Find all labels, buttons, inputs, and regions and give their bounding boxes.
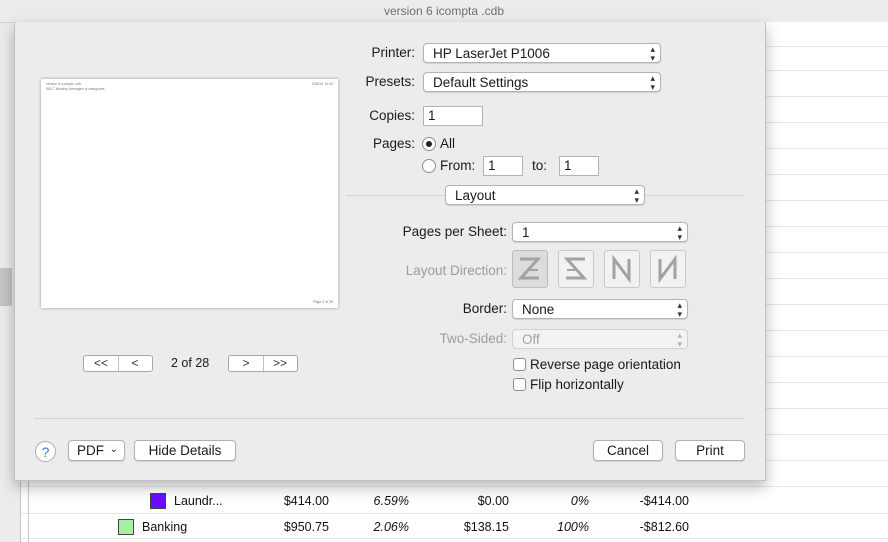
reverse-n-order-icon	[658, 254, 677, 284]
sidebar-edge	[0, 268, 12, 306]
border-label: Border:	[462, 301, 507, 316]
preview-footer-page: Page 2 of 28	[313, 300, 333, 304]
next-page-button[interactable]: >	[229, 356, 263, 370]
budget-cell: $0.00	[477, 494, 509, 508]
amount-cell: $414.00	[283, 494, 329, 508]
copies-label: Copies:	[369, 108, 415, 123]
two-sided-label: Two-Sided:	[439, 331, 507, 346]
pages-to-field[interactable]: 1	[559, 156, 599, 176]
cancel-button[interactable]: Cancel	[593, 440, 663, 461]
up-down-arrows-icon: ▴ ▾	[677, 223, 682, 242]
pages-per-sheet-label: Pages per Sheet:	[402, 224, 507, 239]
pdf-menu-button[interactable]: PDF ⌄	[68, 440, 125, 461]
row-divider	[21, 486, 888, 487]
category-color-swatch	[118, 519, 134, 535]
difference-cell: -$812.60	[639, 520, 689, 534]
layout-direction-label: Layout Direction:	[405, 263, 507, 278]
up-down-arrows-icon: ▴ ▾	[634, 186, 639, 205]
reverse-orientation-checkbox[interactable]	[513, 358, 526, 371]
printer-popup[interactable]: HP LaserJet P1006 ▴ ▾	[423, 43, 661, 63]
category-color-swatch	[150, 493, 166, 509]
pages-from-label: From:	[440, 158, 476, 173]
category-name: Laundr...	[174, 494, 223, 508]
preview-header-title: version 6 icompta .cdb	[46, 82, 82, 86]
copies-field[interactable]: 1	[423, 106, 483, 126]
window-title: version 6 icompta .cdb	[0, 0, 888, 23]
pages-range-radio[interactable]	[422, 159, 436, 173]
layout-direction-reverse-z-button[interactable]	[558, 250, 594, 288]
category-name: Banking	[142, 520, 188, 534]
preview-header-subtitle: 06/17 Monthly Averages of categories	[46, 87, 105, 91]
z-order-icon	[517, 257, 542, 280]
preview-nav-forward-group: > >>	[228, 355, 298, 372]
budget-cell: $138.15	[463, 520, 509, 534]
table-row[interactable]: Banking $950.75 2.06% $138.15 100% -$812…	[20, 516, 888, 540]
hide-details-button[interactable]: Hide Details	[134, 440, 236, 461]
pdf-label: PDF	[77, 443, 104, 458]
first-page-button[interactable]: <<	[84, 356, 118, 370]
printer-label: Printer:	[371, 45, 415, 60]
pages-per-sheet-value: 1	[522, 225, 530, 240]
pages-to-label: to:	[532, 158, 548, 173]
printer-value: HP LaserJet P1006	[433, 46, 550, 61]
pages-label: Pages:	[372, 136, 415, 151]
presets-popup[interactable]: Default Settings ▴ ▾	[423, 72, 661, 92]
chevron-down-icon: ⌄	[109, 444, 118, 455]
percent-cell: 6.59%	[373, 494, 409, 508]
pages-all-radio[interactable]	[422, 137, 436, 151]
up-down-arrows-icon: ▴ ▾	[677, 330, 682, 349]
budget-percent-cell: 100%	[557, 520, 589, 534]
layout-direction-n-button[interactable]	[604, 250, 640, 288]
n-order-icon	[612, 254, 631, 284]
amount-cell: $950.75	[283, 520, 329, 534]
presets-value: Default Settings	[433, 75, 529, 90]
help-button[interactable]: ?	[35, 441, 56, 462]
two-sided-popup[interactable]: Off ▴ ▾	[512, 329, 688, 349]
print-button[interactable]: Print	[675, 440, 745, 461]
percent-cell: 2.06%	[373, 520, 409, 534]
page-preview: version 6 icompta .cdb 06/17 Monthly Ave…	[41, 79, 338, 308]
budget-percent-cell: 0%	[570, 494, 589, 508]
separator	[263, 356, 264, 371]
reverse-orientation-label: Reverse page orientation	[530, 357, 681, 372]
reverse-z-order-icon	[563, 257, 588, 280]
two-sided-value: Off	[522, 332, 540, 347]
last-page-button[interactable]: >>	[263, 356, 297, 370]
preview-nav-back-group: << <	[83, 355, 153, 372]
pages-all-label: All	[440, 136, 456, 151]
up-down-arrows-icon: ▴ ▾	[677, 300, 682, 319]
up-down-arrows-icon: ▴ ▾	[650, 73, 655, 92]
pages-per-sheet-popup[interactable]: 1 ▴ ▾	[512, 222, 688, 242]
difference-cell: -$414.00	[639, 494, 689, 508]
layout-direction-reverse-n-button[interactable]	[650, 250, 686, 288]
border-value: None	[522, 302, 555, 317]
presets-label: Presets:	[365, 74, 415, 89]
preview-header-date: 2/08/16 14:03	[311, 82, 333, 86]
flip-horizontally-label: Flip horizontally	[530, 377, 624, 392]
print-dialog: version 6 icompta .cdb 06/17 Monthly Ave…	[14, 22, 766, 481]
border-popup[interactable]: None ▴ ▾	[512, 299, 688, 319]
layout-direction-z-button[interactable]	[512, 250, 548, 288]
previous-page-button[interactable]: <	[118, 356, 152, 370]
divider	[34, 418, 745, 419]
section-value: Layout	[455, 188, 496, 203]
flip-horizontally-checkbox[interactable]	[513, 378, 526, 391]
preview-page-count: 2 of 28	[171, 356, 210, 370]
pages-from-field[interactable]: 1	[483, 156, 523, 176]
table-row[interactable]: Laundr... $414.00 6.59% $0.00 0% -$414.0…	[20, 490, 888, 514]
up-down-arrows-icon: ▴ ▾	[650, 44, 655, 63]
separator	[118, 356, 119, 371]
section-popup[interactable]: Layout ▴ ▾	[445, 185, 645, 205]
